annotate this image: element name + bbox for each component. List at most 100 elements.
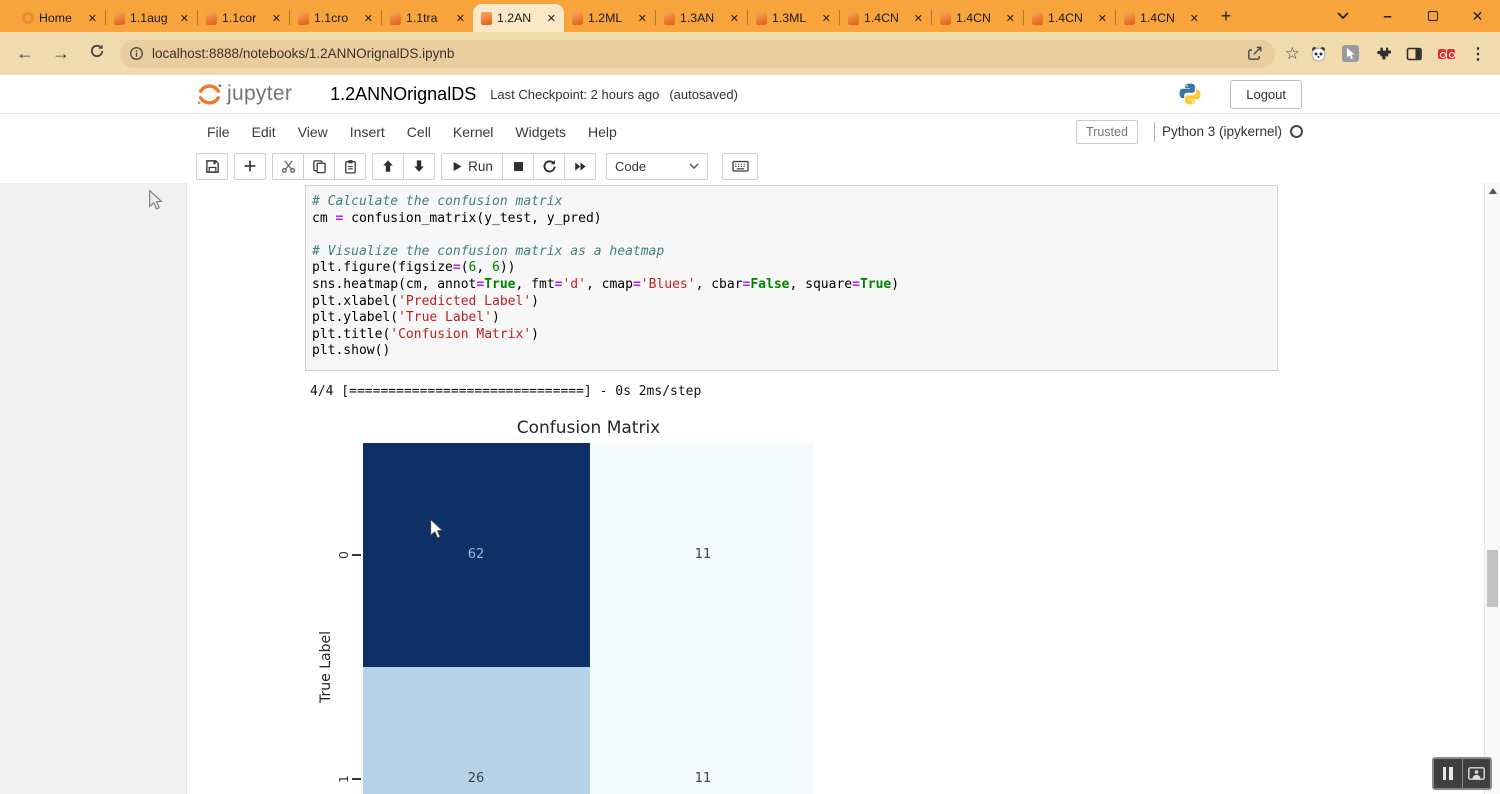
url-text[interactable]: localhost:8888/notebooks/1.2ANNOrignalDS…	[152, 46, 1239, 61]
extensions-puzzle-icon[interactable]	[1374, 45, 1391, 62]
reload-button[interactable]	[84, 43, 110, 64]
autosave-status: (autosaved)	[669, 87, 738, 102]
page-scrollbar[interactable]	[1484, 183, 1500, 794]
add-cell-button[interactable]	[234, 153, 266, 180]
menu-kernel[interactable]: Kernel	[442, 124, 504, 140]
tab-close-icon[interactable]: ✕	[820, 12, 833, 25]
heatmap-value-0-0: 62	[454, 547, 498, 563]
browser-tab-5-12an[interactable]: 1.2AN✕	[473, 4, 564, 32]
tab-search-chevron-icon[interactable]	[1320, 1, 1365, 31]
site-info-icon[interactable]	[129, 46, 144, 61]
save-button[interactable]	[196, 153, 228, 180]
command-palette-button[interactable]	[722, 153, 758, 180]
code-area[interactable]: # Calculate the confusion matrixcm = con…	[312, 194, 1271, 360]
kernel-divider	[1154, 122, 1155, 142]
move-cell-down-button[interactable]	[403, 153, 435, 180]
menu-cell[interactable]: Cell	[396, 124, 442, 140]
scissors-icon	[281, 159, 296, 174]
interrupt-kernel-button[interactable]	[502, 153, 534, 180]
notebook-area: # Calculate the confusion matrixcm = con…	[0, 183, 1500, 794]
tab-close-icon[interactable]: ✕	[1188, 12, 1201, 25]
tab-close-icon[interactable]: ✕	[636, 12, 649, 25]
browser-tab-2-11cor[interactable]: 1.1cor✕	[198, 4, 289, 32]
browser-menu-dots-icon[interactable]: ⋮	[1470, 44, 1486, 64]
menu-file[interactable]: File	[196, 124, 241, 140]
browser-tab-3-11cro[interactable]: 1.1cro✕	[290, 4, 381, 32]
jupyter-toolbar: Run Code	[0, 149, 1500, 183]
browser-tab-4-11tra[interactable]: 1.1tra✕	[382, 4, 473, 32]
tab-close-icon[interactable]: ✕	[270, 12, 283, 25]
browser-tab-10-14cn[interactable]: 1.4CN✕	[932, 4, 1023, 32]
scrollbar-thumb[interactable]	[1487, 550, 1498, 607]
tab-close-icon[interactable]: ✕	[1004, 12, 1017, 25]
webcam-frame-icon	[1468, 767, 1485, 780]
jupyter-logo-text: jupyter	[227, 82, 292, 106]
browser-tab-11-14cn[interactable]: 1.4CN ✕	[1024, 4, 1115, 32]
plot-title: Confusion Matrix	[363, 418, 814, 438]
logout-button[interactable]: Logout	[1230, 80, 1302, 109]
notebook-favicon	[481, 12, 492, 25]
menu-view[interactable]: View	[287, 124, 339, 140]
menu-widgets[interactable]: Widgets	[504, 124, 577, 140]
browser-tab-1-11aug[interactable]: 1.1aug✕	[106, 4, 197, 32]
save-icon	[205, 159, 220, 174]
browser-tab-7-13an[interactable]: 1.3AN✕	[656, 4, 747, 32]
window-close-button[interactable]: ✕	[1455, 1, 1500, 31]
copy-cell-button[interactable]	[303, 153, 335, 180]
red-badge-extension-icon[interactable]	[1438, 49, 1455, 59]
browser-tab-9-14cn[interactable]: 1.4CN✕	[840, 4, 931, 32]
bookmark-star-icon[interactable]: ☆	[1285, 44, 1300, 64]
window-minimize-button[interactable]: –	[1365, 1, 1410, 31]
menu-edit[interactable]: Edit	[241, 124, 287, 140]
tab-close-icon[interactable]: ✕	[545, 12, 558, 25]
restart-run-all-button[interactable]	[564, 153, 596, 180]
url-omnibox[interactable]: localhost:8888/notebooks/1.2ANNOrignalDS…	[120, 40, 1275, 68]
y-axis-label: True Label	[318, 587, 334, 747]
copy-icon	[312, 159, 327, 174]
recorder-camera-button[interactable]	[1463, 759, 1491, 788]
tab-close-icon[interactable]: ✕	[178, 12, 191, 25]
code-cell[interactable]: # Calculate the confusion matrixcm = con…	[305, 185, 1278, 371]
python-logo-icon	[1178, 82, 1202, 106]
notebook-favicon	[756, 12, 767, 25]
keyboard-icon	[732, 159, 749, 173]
tab-list: Home✕1.1aug✕1.1cor✕1.1cro✕1.1tra✕1.2AN✕1…	[14, 4, 1207, 32]
run-cell-button[interactable]: Run	[441, 153, 503, 180]
panda-extension-icon[interactable]	[1310, 46, 1327, 62]
tab-close-icon[interactable]: ✕	[728, 12, 741, 25]
cut-cell-button[interactable]	[272, 153, 304, 180]
share-icon[interactable]	[1247, 46, 1263, 61]
pointer-extension-icon[interactable]	[1342, 45, 1359, 62]
heatmap-value-1-0: 26	[454, 771, 498, 787]
side-panel-icon[interactable]	[1406, 46, 1423, 62]
paste-cell-button[interactable]	[334, 153, 366, 180]
heatmap-value-1-1: 11	[681, 771, 725, 787]
arrow-up-icon	[381, 159, 395, 173]
tab-close-icon[interactable]: ✕	[454, 12, 467, 25]
jupyter-logo[interactable]: jupyter	[196, 81, 292, 108]
tab-title: 1.4CN	[1048, 11, 1091, 25]
cell-type-dropdown[interactable]: Code	[606, 153, 708, 180]
tab-close-icon[interactable]: ✕	[362, 12, 375, 25]
tab-close-icon[interactable]: ✕	[912, 12, 925, 25]
window-maximize-button[interactable]	[1410, 1, 1455, 31]
notebook-title[interactable]: 1.2ANNOrignalDS	[330, 84, 476, 105]
forward-button[interactable]: →	[48, 43, 74, 64]
browser-tab-6-12ml[interactable]: 1.2ML✕	[564, 4, 655, 32]
trusted-badge: Trusted	[1076, 120, 1138, 144]
tab-close-icon[interactable]: ✕	[86, 12, 99, 25]
menu-help[interactable]: Help	[577, 124, 628, 140]
browser-tab-12-14cn[interactable]: 1.4CN✕	[1116, 4, 1207, 32]
menu-insert[interactable]: Insert	[339, 124, 396, 140]
new-tab-button[interactable]: +	[1213, 3, 1239, 29]
browser-tab-8-13ml[interactable]: 1.3ML✕	[748, 4, 839, 32]
tab-close-icon[interactable]: ✕	[1096, 12, 1109, 25]
browser-tab-0-home[interactable]: Home✕	[14, 4, 105, 32]
restart-kernel-button[interactable]	[533, 153, 565, 180]
move-cell-up-button[interactable]	[372, 153, 404, 180]
recorder-pause-button[interactable]	[1434, 759, 1462, 788]
checkpoint-status: Last Checkpoint: 2 hours ago	[490, 87, 659, 102]
kernel-name: Python 3 (ipykernel)	[1162, 124, 1282, 139]
back-button[interactable]: ←	[12, 43, 38, 64]
scrollbar-up-arrow-icon[interactable]	[1489, 188, 1497, 194]
